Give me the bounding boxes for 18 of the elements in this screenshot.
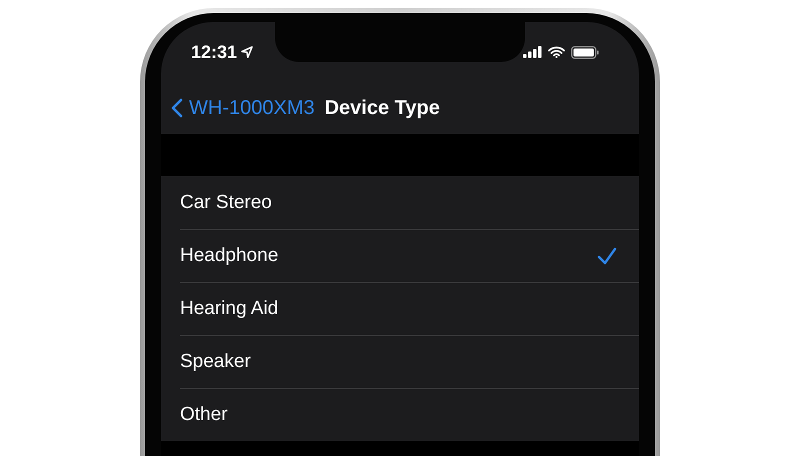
option-label: Other: [180, 404, 228, 426]
location-arrow-icon: [241, 46, 254, 58]
option-row[interactable]: Headphone: [180, 229, 639, 282]
battery-icon: [571, 46, 599, 58]
option-label: Speaker: [180, 351, 251, 373]
wifi-icon: [548, 46, 565, 58]
signal-icon: [523, 46, 542, 58]
status-time: 12:31: [191, 42, 238, 62]
option-row[interactable]: Car Stereo: [180, 176, 639, 229]
option-label: Headphone: [180, 245, 278, 267]
screen-title: Device Type: [324, 96, 440, 120]
option-label: Hearing Aid: [180, 298, 278, 320]
option-row[interactable]: Hearing Aid: [180, 282, 639, 335]
option-row[interactable]: Other: [180, 388, 639, 441]
option-row[interactable]: Speaker: [180, 335, 639, 388]
option-label: Car Stereo: [180, 192, 272, 214]
chevron-left-icon: [171, 98, 183, 118]
back-button[interactable]: WH-1000XM3: [171, 96, 315, 120]
